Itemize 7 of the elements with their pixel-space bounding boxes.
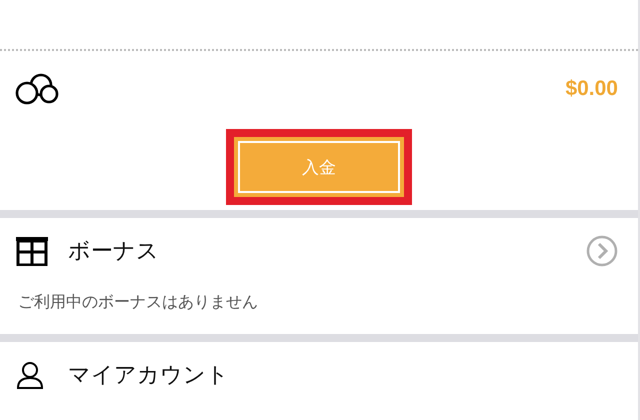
gift-box-icon bbox=[15, 236, 51, 266]
coins-icon bbox=[14, 72, 60, 106]
bonus-title: ボーナス bbox=[68, 238, 160, 266]
chevron-right-icon[interactable] bbox=[586, 235, 618, 267]
bonus-message: ご利用中のボーナスはありません bbox=[17, 291, 259, 313]
account-item[interactable]: マイアカウント bbox=[0, 344, 638, 406]
balance-amount: $0.00 bbox=[565, 77, 618, 101]
